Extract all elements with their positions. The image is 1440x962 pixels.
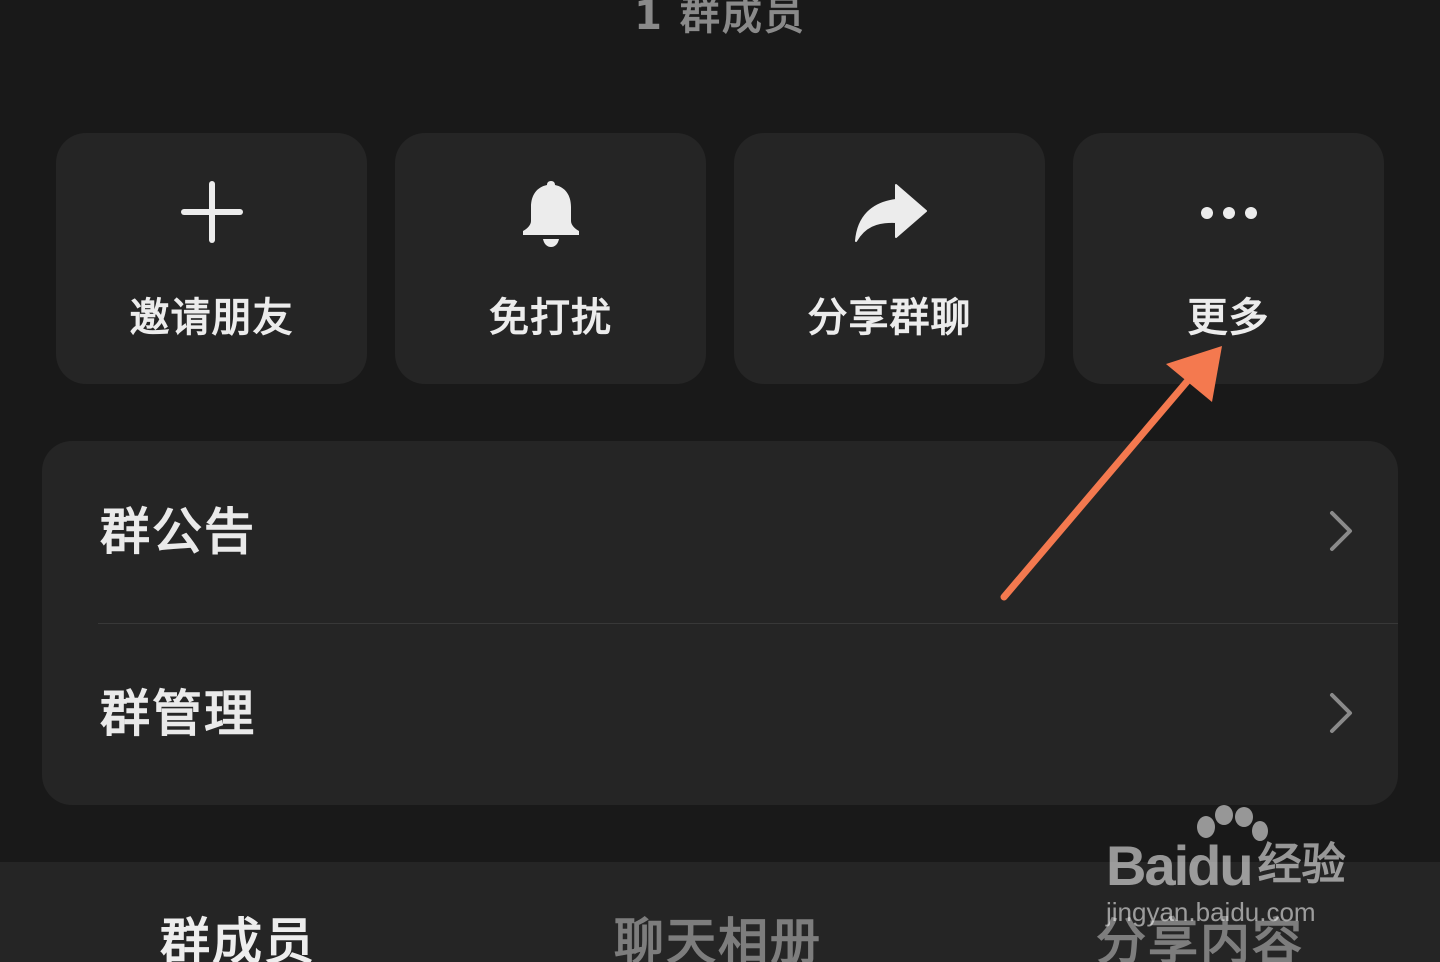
group-management-row[interactable]: 群管理 bbox=[42, 623, 1398, 805]
tab-chat-album[interactable]: 聊天相册 bbox=[614, 912, 822, 962]
plus-icon bbox=[180, 181, 243, 243]
member-count-title: 1 群成员 bbox=[634, 0, 806, 39]
more-button[interactable]: 更多 bbox=[1073, 133, 1384, 384]
more-label: 更多 bbox=[1187, 295, 1270, 341]
group-announcement-label: 群公告 bbox=[100, 503, 256, 561]
more-dots-icon bbox=[1200, 207, 1257, 219]
chevron-right-icon bbox=[1330, 511, 1352, 551]
invite-friends-label: 邀请朋友 bbox=[129, 295, 294, 341]
do-not-disturb-button[interactable]: 免打扰 bbox=[395, 133, 706, 384]
paw-logo-icon bbox=[1197, 805, 1268, 841]
bell-icon bbox=[522, 181, 579, 247]
group-announcement-row[interactable]: 群公告 bbox=[42, 441, 1398, 623]
share-arrow-icon bbox=[854, 184, 927, 242]
invite-friends-button[interactable]: 邀请朋友 bbox=[56, 133, 367, 384]
settings-list: 群公告 群管理 bbox=[42, 441, 1398, 805]
bottom-tab-bar: 群成员 聊天相册 分享内容 bbox=[0, 862, 1440, 962]
chevron-right-icon bbox=[1330, 693, 1352, 733]
group-info-page: 1 群成员 邀请朋友 免打扰 分享群聊 更多 群公告 群管理 群成员 聊天相册 … bbox=[0, 0, 1440, 962]
tab-shared-content[interactable]: 分享内容 bbox=[1096, 912, 1304, 962]
tab-group-members[interactable]: 群成员 bbox=[160, 912, 316, 962]
do-not-disturb-label: 免打扰 bbox=[489, 295, 612, 341]
group-management-label: 群管理 bbox=[100, 685, 256, 743]
share-group-label: 分享群聊 bbox=[807, 295, 972, 341]
share-group-button[interactable]: 分享群聊 bbox=[734, 133, 1045, 384]
